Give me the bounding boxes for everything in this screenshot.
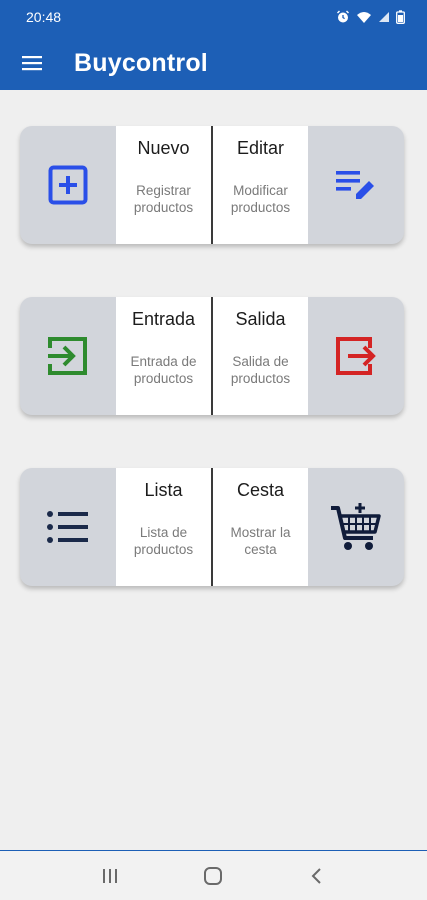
signal-icon [379,12,389,22]
show-cart-button[interactable] [308,468,404,586]
editar-button[interactable]: Editar Modificar productos [212,126,308,244]
card-entrada-salida: Entrada Entrada de productos Salida Sali… [20,297,404,415]
login-icon [48,337,87,375]
app-header: 20:48 Buycontrol [0,0,427,90]
battery-icon [396,10,405,24]
exit-product-button[interactable] [308,297,404,415]
card-nuevo-editar: Nuevo Registrar productos Editar Modific… [20,126,404,244]
alarm-icon [337,10,349,23]
wifi-icon [357,12,371,23]
cesta-title: Cesta [236,480,285,500]
edit-product-button[interactable] [308,126,404,244]
salida-subtitle: Salida de productos [230,354,291,386]
list-icon [47,511,88,543]
back-button[interactable] [297,856,337,896]
salida-title: Salida [235,309,286,329]
entrada-subtitle: Entrada de productos [130,354,197,386]
nuevo-title: Nuevo [137,138,190,158]
status-bar: 20:48 [0,0,427,34]
home-icon [204,866,223,885]
menu-icon [22,56,42,71]
hamburger-menu-button[interactable] [18,49,46,77]
add-box-icon [48,165,88,205]
entrada-button[interactable]: Entrada Entrada de productos [116,297,212,415]
back-icon [311,867,321,884]
logout-icon [336,337,376,375]
editar-subtitle: Modificar productos [230,183,291,215]
app-title: Buycontrol [74,48,208,77]
recents-icon [102,868,117,883]
entry-product-button[interactable] [20,297,116,415]
card-lista-cesta: Lista Lista de productos Cesta Mostrar l… [20,468,404,586]
app-toolbar: Buycontrol [0,38,427,88]
list-products-button[interactable] [20,468,116,586]
salida-button[interactable]: Salida Salida de productos [212,297,308,415]
home-button[interactable] [193,856,233,896]
entrada-title: Entrada [131,309,196,329]
cesta-button[interactable]: Cesta Mostrar la cesta [212,468,308,586]
shopping-cart-icon [331,503,381,550]
lista-title: Lista [144,480,183,500]
status-icons [336,10,405,24]
recents-button[interactable] [90,856,130,896]
status-time: 20:48 [26,9,62,25]
nuevo-subtitle: Registrar productos [133,183,194,215]
lista-button[interactable]: Lista Lista de productos [116,468,212,586]
editar-title: Editar [236,138,285,158]
edit-list-icon [336,171,374,199]
lista-subtitle: Lista de productos [133,525,194,557]
cesta-subtitle: Mostrar la cesta [230,525,291,557]
nuevo-button[interactable]: Nuevo Registrar productos [116,126,212,244]
system-navigation-bar [0,850,427,900]
add-product-button[interactable] [20,126,116,244]
